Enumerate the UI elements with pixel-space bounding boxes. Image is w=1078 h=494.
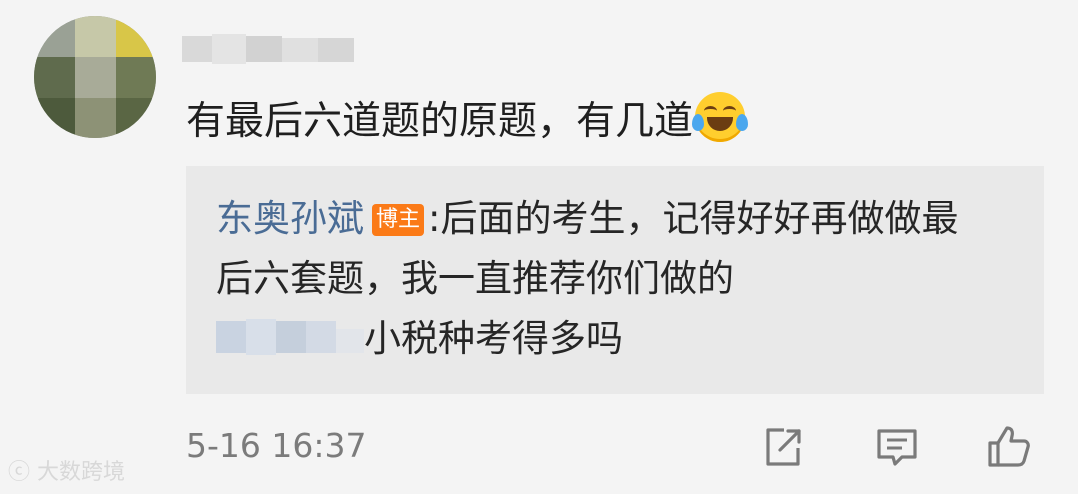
- share-button[interactable]: [760, 424, 806, 470]
- laughing-tears-emoji: [692, 92, 749, 142]
- comment-body: 有最后六道题的原题，有几道: [186, 99, 694, 144]
- comment-card: 有最后六道题的原题，有几道 东奥孙斌 博主:后面的考生，记得好好再做做最 后六套题…: [0, 0, 1078, 494]
- reply-text-1: :后面的考生，记得好好再做做最: [428, 197, 959, 240]
- redacted-text: [216, 315, 364, 359]
- reply-text-2: 后六套题，我一直推荐你们做的: [216, 257, 734, 300]
- comment-button[interactable]: [874, 424, 920, 470]
- watermark-logo-icon: ⓒ: [8, 460, 31, 485]
- username-redacted[interactable]: [182, 30, 354, 66]
- avatar[interactable]: [34, 16, 156, 138]
- like-button[interactable]: [986, 424, 1032, 470]
- reply-author-link[interactable]: 东奥孙斌: [216, 197, 364, 240]
- reply-line-3: 小税种考得多吗: [216, 314, 623, 364]
- reply-line-2: 后六套题，我一直推荐你们做的: [216, 254, 734, 304]
- comment-icon: [877, 429, 917, 466]
- timestamp: 5-16 16:37: [186, 426, 367, 465]
- quoted-reply[interactable]: 东奥孙斌 博主:后面的考生，记得好好再做做最 后六套题，我一直推荐你们做的 小税种…: [186, 166, 1044, 394]
- watermark: ⓒ 大数跨境: [8, 458, 125, 488]
- thumbs-up-icon: [988, 426, 1030, 467]
- reply-line-1: 东奥孙斌 博主:后面的考生，记得好好再做做最: [216, 194, 958, 244]
- share-icon: [766, 428, 801, 466]
- watermark-text: 大数跨境: [37, 460, 126, 485]
- blogger-badge: 博主: [372, 204, 425, 236]
- reply-text-3: 小税种考得多吗: [364, 317, 623, 360]
- comment-text: 有最后六道题的原题，有几道: [186, 92, 749, 148]
